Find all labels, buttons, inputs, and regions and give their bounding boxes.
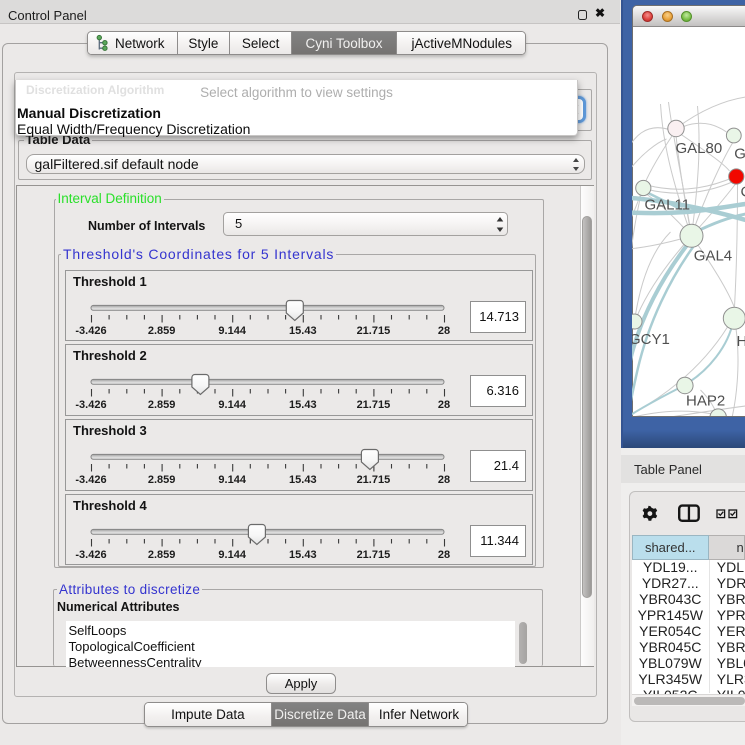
svg-text:GAL11: GAL11 (644, 197, 690, 214)
svg-text:28: 28 (438, 549, 450, 561)
svg-text:28: 28 (438, 325, 450, 337)
svg-text:21.715: 21.715 (357, 549, 391, 561)
svg-text:15.43: 15.43 (289, 549, 317, 561)
svg-text:2.859: 2.859 (148, 325, 176, 337)
svg-text:-3.426: -3.426 (75, 325, 106, 337)
svg-text:GAL4: GAL4 (693, 247, 731, 264)
svg-text:15.43: 15.43 (289, 474, 317, 486)
svg-text:GCY1: GCY1 (632, 331, 670, 348)
svg-text:HI: HI (736, 333, 745, 350)
svg-text:GAL80: GAL80 (675, 140, 722, 157)
svg-text:2.859: 2.859 (148, 399, 176, 411)
svg-text:2.859: 2.859 (148, 549, 176, 561)
svg-text:15.43: 15.43 (289, 399, 317, 411)
svg-text:CD: CD (740, 184, 745, 201)
svg-text:21.715: 21.715 (357, 474, 391, 486)
svg-text:9.144: 9.144 (218, 549, 246, 561)
svg-text:-3.426: -3.426 (75, 549, 106, 561)
svg-text:2.859: 2.859 (148, 474, 176, 486)
svg-text:-3.426: -3.426 (75, 399, 106, 411)
svg-text:HAP2: HAP2 (686, 393, 725, 410)
svg-text:28: 28 (438, 399, 450, 411)
svg-text:-3.426: -3.426 (75, 474, 106, 486)
svg-text:9.144: 9.144 (218, 399, 246, 411)
svg-text:9.144: 9.144 (218, 325, 246, 337)
svg-text:21.715: 21.715 (357, 399, 391, 411)
svg-text:15.43: 15.43 (289, 325, 317, 337)
svg-text:9.144: 9.144 (218, 474, 246, 486)
svg-text:G.: G. (734, 145, 745, 162)
svg-text:28: 28 (438, 474, 450, 486)
svg-text:21.715: 21.715 (357, 325, 391, 337)
